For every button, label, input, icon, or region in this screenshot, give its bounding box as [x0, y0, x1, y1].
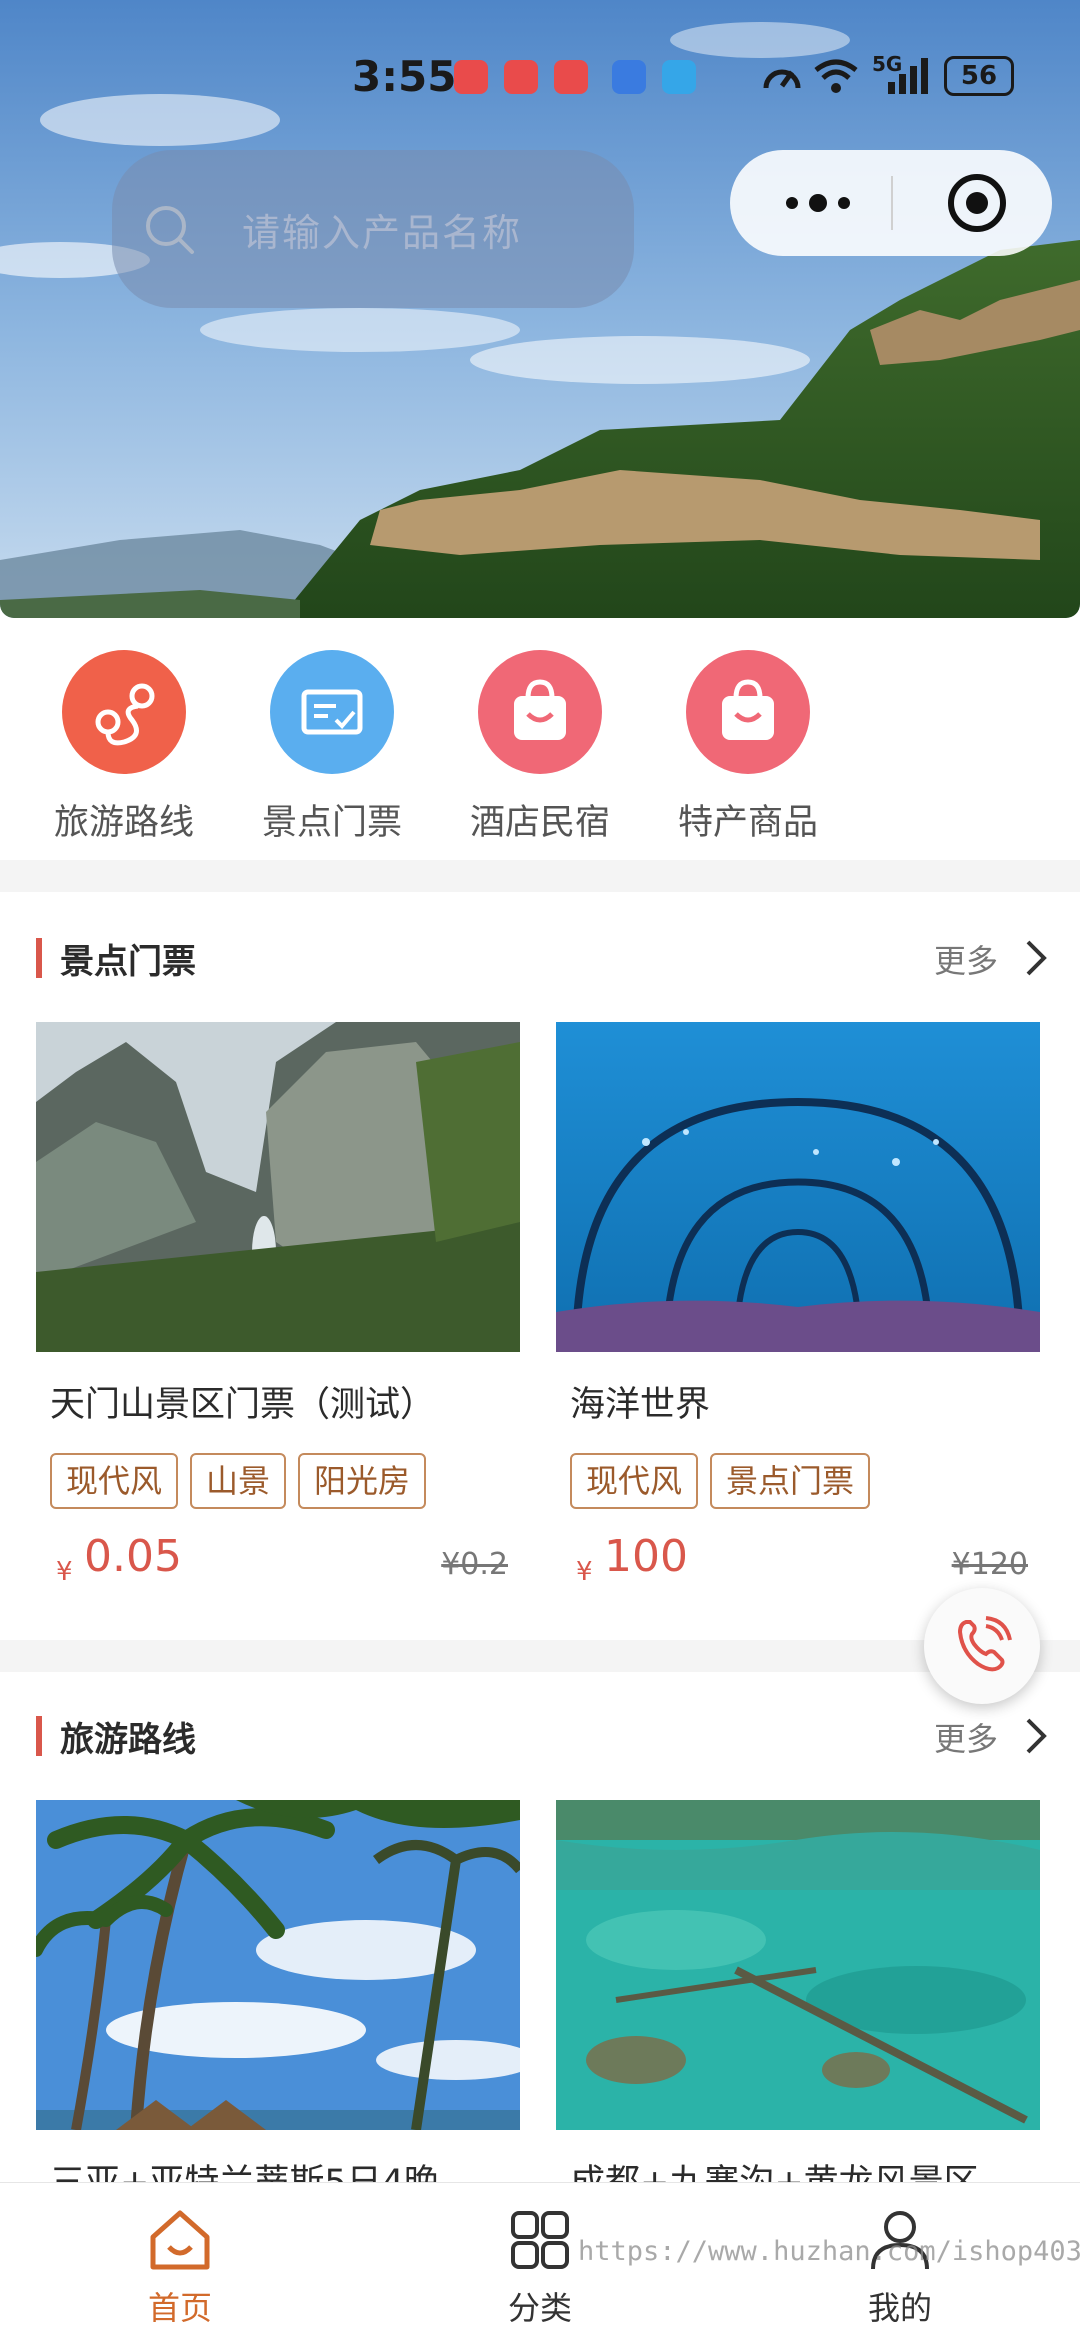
category-scenic-ticket[interactable]: 景点门票 [242, 650, 422, 845]
signal-icon [888, 58, 928, 94]
category-travel-route[interactable]: 旅游路线 [34, 650, 214, 845]
bag-icon [478, 650, 602, 774]
currency-symbol: ¥ [576, 1557, 593, 1587]
product-name: 天门山景区门票（测试） [50, 1385, 436, 1425]
price-row: ¥ 0.05 ¥0.2 [36, 1527, 520, 1597]
more-link[interactable]: 更多 [934, 1714, 998, 1760]
tag: 山景 [190, 1453, 287, 1509]
tag: 现代风 [50, 1453, 179, 1509]
battery-indicator: 56 [944, 56, 1014, 96]
grid-icon [511, 2211, 569, 2269]
route-image [556, 1800, 1040, 2130]
route-card[interactable]: 成都+九寨沟+黄龙风景区… [556, 1800, 1040, 2205]
section-gap [0, 860, 1080, 892]
miniprogram-capsule [730, 150, 1052, 256]
search-icon [146, 206, 194, 254]
ticket-icon [270, 650, 394, 774]
section-header-tickets: 景点门票 更多 [0, 916, 1080, 996]
more-dots-icon[interactable] [778, 188, 858, 218]
section-header-routes: 旅游路线 更多 [0, 1694, 1080, 1774]
section-title: 景点门票 [60, 942, 196, 982]
currency-symbol: ¥ [56, 1557, 73, 1587]
tag-list: 现代风 景点门票 [556, 1453, 1040, 1509]
phone-icon [957, 1616, 1012, 1672]
bag-icon [686, 650, 810, 774]
route-card[interactable]: 三亚+亚特兰蒂斯5日4晚… [36, 1800, 520, 2205]
contact-phone-button[interactable] [924, 1588, 1040, 1704]
original-price: ¥120 [951, 1547, 1028, 1582]
tab-label: 我的 [867, 2289, 932, 2327]
tab-category[interactable]: 分类 [460, 2205, 620, 2329]
category-label: 酒店民宿 [469, 803, 610, 843]
tab-home[interactable]: 首页 [100, 2205, 260, 2329]
route-icon [62, 650, 186, 774]
search-input[interactable]: 请输入产品名称 [242, 202, 522, 257]
price: 100 [604, 1531, 688, 1582]
section-gap [0, 1640, 1080, 1672]
chevron-right-icon[interactable] [1022, 938, 1050, 978]
product-name: 海洋世界 [570, 1385, 711, 1425]
category-hotel[interactable]: 酒店民宿 [450, 650, 630, 845]
speed-icon [763, 69, 801, 89]
tag: 现代风 [570, 1453, 699, 1509]
chevron-right-icon[interactable] [1022, 1716, 1050, 1756]
tab-label: 分类 [507, 2289, 572, 2327]
close-miniprogram-icon[interactable] [946, 172, 1008, 234]
status-time: 3:55 [352, 52, 457, 101]
product-image [556, 1022, 1040, 1352]
category-label: 特产商品 [677, 803, 818, 843]
product-card[interactable]: 天门山景区门票（测试） 现代风 山景 阳光房 ¥ 0.05 ¥0.2 [36, 1022, 520, 1597]
wifi-icon [814, 59, 858, 93]
tag: 景点门票 [710, 1453, 871, 1509]
huawei-app-icon [504, 60, 538, 94]
product-image [36, 1022, 520, 1352]
route-image [36, 1800, 520, 2130]
hero-banner: 3:55 5G 56 请输入产品名称 [0, 0, 1080, 618]
tag-list: 现代风 山景 阳光房 [36, 1453, 520, 1509]
capsule-divider [891, 176, 893, 230]
status-bar: 3:55 5G 56 [0, 50, 1080, 110]
price: 0.05 [84, 1531, 182, 1582]
search-bar[interactable]: 请输入产品名称 [112, 150, 634, 308]
category-specialty[interactable]: 特产商品 [658, 650, 838, 845]
message-app-icon [662, 60, 696, 94]
category-grid: 旅游路线 景点门票 酒店民宿 特产商品 [0, 618, 1080, 858]
original-price: ¥0.2 [441, 1547, 508, 1582]
category-label: 景点门票 [261, 803, 402, 843]
price-row: ¥ 100 ¥120 [556, 1527, 1040, 1597]
section-title: 旅游路线 [60, 1720, 196, 1760]
tag: 阳光房 [298, 1453, 427, 1509]
section-accent-bar [36, 938, 42, 978]
tab-label: 首页 [147, 2289, 212, 2327]
more-link[interactable]: 更多 [934, 936, 998, 982]
product-card[interactable]: 海洋世界 现代风 景点门票 ¥ 100 ¥120 [556, 1022, 1040, 1597]
home-icon [150, 2210, 210, 2270]
huawei-app-icon [454, 60, 488, 94]
notification-app-icon [612, 60, 646, 94]
section-accent-bar [36, 1716, 42, 1756]
tab-mine[interactable]: 我的 [820, 2205, 980, 2329]
category-label: 旅游路线 [53, 803, 194, 843]
watermark-text: https://www.huzhan.com/ishop40340 [578, 2236, 1080, 2267]
huawei-app-icon [554, 60, 588, 94]
